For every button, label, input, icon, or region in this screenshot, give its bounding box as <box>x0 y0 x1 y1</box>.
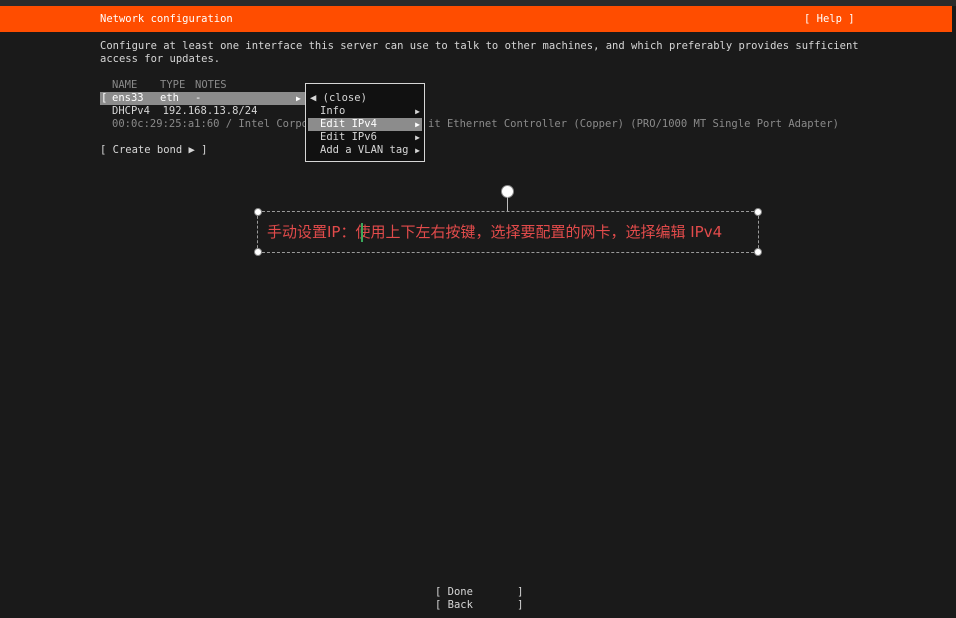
annotation-textbox[interactable]: 手动设置IP：使用上下左右按键，选择要配置的网卡，选择编辑 IPv4 <box>257 211 759 253</box>
menu-item-edit-ipv4[interactable]: Edit IPv4 ▶ <box>308 118 422 131</box>
interface-name: ens33 <box>112 92 144 104</box>
interface-type: eth <box>160 92 179 104</box>
menu-close[interactable]: ◀ (close) <box>308 92 422 105</box>
resize-handle-tr[interactable] <box>754 208 762 216</box>
menu-item-edit-ipv6[interactable]: Edit IPv6 ▶ <box>308 131 422 144</box>
menu-item-info[interactable]: Info ▶ <box>308 105 422 118</box>
menu-close-label: ◀ (close) <box>310 92 367 104</box>
col-header-type: TYPE <box>160 79 186 91</box>
chevron-right-icon: ▶ <box>415 120 420 129</box>
annotation-text-part-a: 手动设置IP： <box>267 223 356 241</box>
done-button[interactable]: [ Done ] <box>435 586 524 599</box>
create-bond-button[interactable]: [ Create bond ▶ ] <box>100 144 207 157</box>
interface-row-ens33[interactable]: [ ens33 eth - ▶ <box>100 92 305 105</box>
resize-handle-tl[interactable] <box>254 208 262 216</box>
back-button[interactable]: [ Back ] <box>435 599 524 612</box>
page-title: Network configuration <box>100 13 233 25</box>
interface-action-menu: ◀ (close) Info ▶ Edit IPv4 ▶ Edit IPv6 ▶… <box>305 83 425 162</box>
menu-item-label: Add a VLAN tag <box>320 144 409 156</box>
header-bar: Network configuration [ Help ] <box>0 6 952 32</box>
row-bracket: [ <box>101 92 108 104</box>
rotate-handle-line <box>507 197 508 211</box>
chevron-right-icon: ▶ <box>415 146 420 155</box>
help-button[interactable]: [ Help ] <box>804 13 855 26</box>
row-arrow-icon: ▶ <box>296 94 301 103</box>
interface-notes: - <box>195 92 202 104</box>
hw-info-left: 00:0c:29:25:a1:60 / Intel Corpor <box>112 118 315 130</box>
annotation-text-part-b: 使用上下左右按键，选择要配置的网卡，选择编辑 IPv4 <box>355 223 723 241</box>
chevron-right-icon: ▶ <box>415 133 420 142</box>
col-header-notes: NOTES <box>195 79 227 91</box>
dhcp-info: DHCPv4 192.168.13.8/24 <box>112 105 258 117</box>
resize-handle-bl[interactable] <box>254 248 262 256</box>
col-header-name: NAME <box>112 79 138 91</box>
chevron-right-icon: ▶ <box>415 107 420 116</box>
intro-text: Configure at least one interface this se… <box>100 40 859 65</box>
menu-item-label: Info <box>320 105 346 117</box>
menu-item-label: Edit IPv6 <box>320 131 377 143</box>
menu-item-label: Edit IPv4 <box>320 118 377 130</box>
resize-handle-br[interactable] <box>754 248 762 256</box>
annotation-text: 手动设置IP：使用上下左右按键，选择要配置的网卡，选择编辑 IPv4 <box>267 224 722 241</box>
menu-item-add-vlan[interactable]: Add a VLAN tag ▶ <box>308 144 422 157</box>
hw-info-right: it Ethernet Controller (Copper) (PRO/100… <box>428 118 839 130</box>
text-caret <box>361 223 363 242</box>
